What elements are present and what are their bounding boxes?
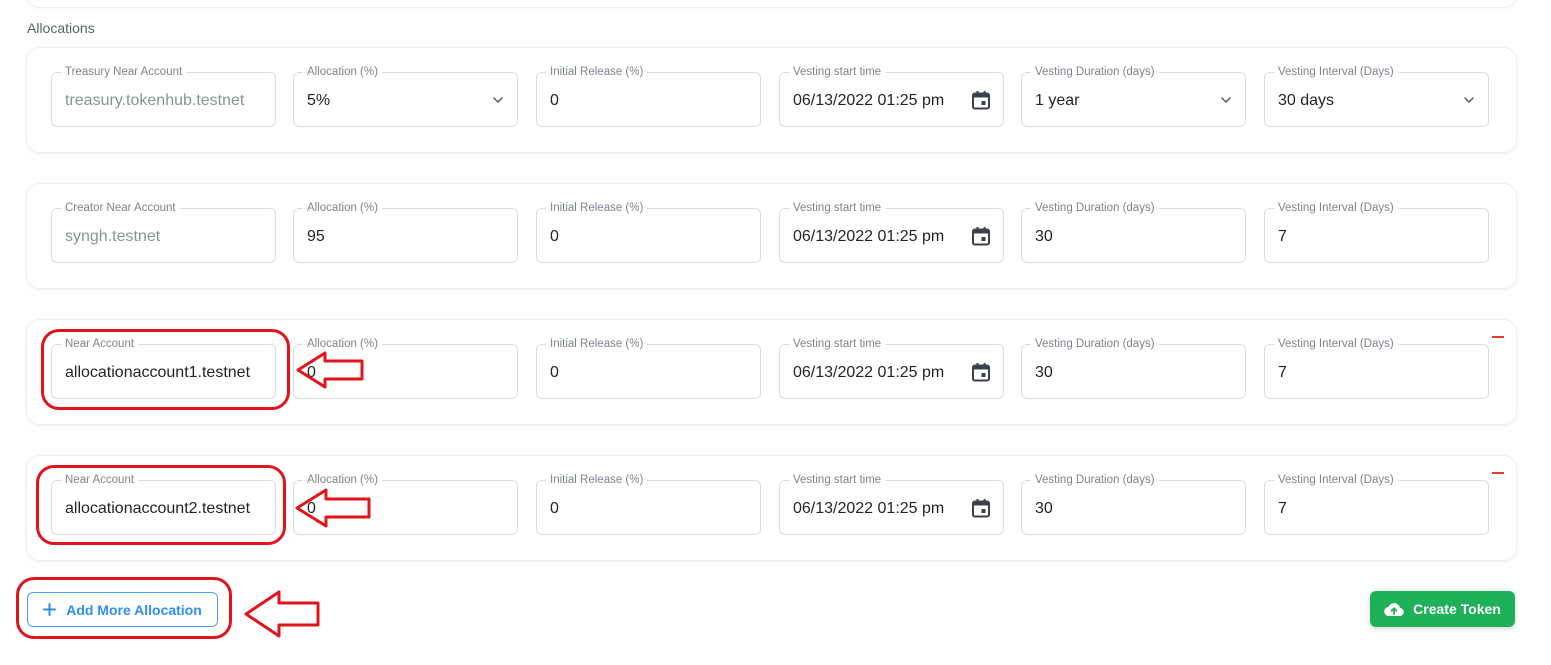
field-value: 7 [1278,228,1287,245]
remove-allocation-button[interactable] [1492,336,1504,338]
field-value: 7 [1278,500,1287,517]
annotation-arrow-icon [295,488,371,528]
field-label: Vesting Interval (Days) [1274,64,1398,80]
allocation-card: Treasury Near Account treasury.tokenhub.t… [26,47,1517,153]
field-value: 0 [550,364,559,381]
field-label: Treasury Near Account [61,64,187,80]
calendar-icon[interactable] [970,225,992,247]
field-label: Vesting Interval (Days) [1274,200,1398,216]
field-value: treasury.tokenhub.testnet [65,92,245,109]
initial-release-field[interactable]: Initial Release (%) 0 [536,472,761,535]
initial-release-field[interactable]: Initial Release (%) 0 [536,64,761,127]
field-label: Vesting start time [789,472,886,488]
vesting-duration-field[interactable]: Vesting Duration (days) 1 year [1021,64,1246,127]
vesting-start-field[interactable]: Vesting start time 06/13/2022 01:25 pm [779,336,1004,399]
field-label: Vesting Duration (days) [1031,64,1159,80]
field-label: Vesting Duration (days) [1031,200,1159,216]
create-token-button[interactable]: Create Token [1370,591,1515,627]
plus-icon [43,603,57,616]
vesting-start-field[interactable]: Vesting start time 06/13/2022 01:25 pm [779,200,1004,263]
initial-release-field[interactable]: Initial Release (%) 0 [536,336,761,399]
field-label: Vesting Duration (days) [1031,472,1159,488]
add-more-allocation-button[interactable]: Add More Allocation [27,592,218,627]
vesting-duration-field[interactable]: Vesting Duration (days) 30 [1021,336,1246,399]
vesting-interval-field[interactable]: Vesting Interval (Days) 30 days [1264,64,1489,127]
calendar-icon[interactable] [970,497,992,519]
field-value: 0 [550,92,559,109]
field-label: Initial Release (%) [546,336,648,352]
field-value: 30 [1035,228,1053,245]
field-value: 7 [1278,364,1287,381]
vesting-duration-field[interactable]: Vesting Duration (days) 30 [1021,472,1246,535]
previous-card-edge [26,0,1517,8]
field-value: 5% [307,92,331,109]
highlight-box-account2 [36,465,286,545]
field-label: Vesting Interval (Days) [1274,472,1398,488]
highlight-box-account1 [41,329,290,410]
vesting-interval-field[interactable]: Vesting Interval (Days) 7 [1264,200,1489,263]
cloud-upload-icon [1384,602,1404,616]
chevron-down-icon[interactable] [1219,93,1233,107]
field-value: 06/13/2022 01:25 pm [793,500,945,517]
initial-release-field[interactable]: Initial Release (%) 0 [536,200,761,263]
field-label: Allocation (%) [303,200,382,216]
account-field[interactable]: Treasury Near Account treasury.tokenhub.t… [51,64,276,127]
field-label: Vesting start time [789,336,886,352]
vesting-interval-field[interactable]: Vesting Interval (Days) 7 [1264,336,1489,399]
field-label: Initial Release (%) [546,200,648,216]
annotation-arrow-icon [244,590,320,638]
create-token-label: Create Token [1413,601,1501,617]
allocation-card: Creator Near Account syngh.testnet Allocat… [26,183,1517,289]
field-value: 30 days [1278,92,1335,109]
account-field[interactable]: Creator Near Account syngh.testnet [51,200,276,263]
field-value: 0 [550,500,559,517]
field-label: Creator Near Account [61,200,180,216]
field-label: Vesting start time [789,64,886,80]
field-value: syngh.testnet [65,228,161,245]
field-value: 30 [1035,364,1053,381]
allocation-field[interactable]: Allocation (%) 5% [293,64,518,127]
field-value: 06/13/2022 01:25 pm [793,364,945,381]
chevron-down-icon[interactable] [491,93,505,107]
vesting-duration-field[interactable]: Vesting Duration (days) 30 [1021,200,1246,263]
remove-allocation-button[interactable] [1492,472,1504,474]
vesting-interval-field[interactable]: Vesting Interval (Days) 7 [1264,472,1489,535]
annotation-arrow-icon [296,351,364,389]
chevron-down-icon[interactable] [1462,93,1476,107]
field-label: Vesting Interval (Days) [1274,336,1398,352]
field-value: 1 year [1035,92,1080,109]
add-more-allocation-label: Add More Allocation [66,601,202,618]
calendar-icon[interactable] [970,89,992,111]
calendar-icon[interactable] [970,361,992,383]
field-label: Initial Release (%) [546,64,648,80]
vesting-start-field[interactable]: Vesting start time 06/13/2022 01:25 pm [779,64,1004,127]
field-label: Vesting start time [789,200,886,216]
field-value: 95 [307,228,325,245]
field-value: 06/13/2022 01:25 pm [793,228,945,245]
section-title: Allocations [27,20,95,36]
field-label: Initial Release (%) [546,472,648,488]
field-value: 30 [1035,500,1053,517]
allocation-field[interactable]: Allocation (%) 95 [293,200,518,263]
field-value: 0 [550,228,559,245]
vesting-start-field[interactable]: Vesting start time 06/13/2022 01:25 pm [779,472,1004,535]
field-label: Vesting Duration (days) [1031,336,1159,352]
field-value: 06/13/2022 01:25 pm [793,92,945,109]
field-label: Allocation (%) [303,64,382,80]
